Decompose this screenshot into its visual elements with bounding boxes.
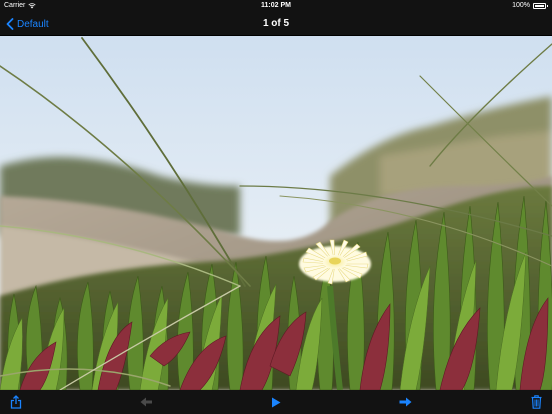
- play-button[interactable]: [264, 390, 288, 414]
- trash-icon: [531, 395, 541, 409]
- share-button[interactable]: [4, 390, 28, 414]
- bottom-toolbar: [0, 390, 552, 414]
- arrow-left-icon: [140, 397, 152, 407]
- arrow-right-icon: [399, 397, 411, 407]
- share-icon: [10, 395, 22, 409]
- next-button[interactable]: [393, 390, 417, 414]
- battery-icon: [533, 3, 548, 9]
- navigation-bar: Default 1 of 5: [0, 12, 552, 36]
- delete-button[interactable]: [524, 390, 548, 414]
- back-button[interactable]: Default: [6, 12, 49, 36]
- play-icon: [272, 397, 281, 407]
- clock: 11:02 PM: [261, 2, 291, 9]
- battery-percent: 100%: [512, 2, 530, 9]
- photo-view[interactable]: [0, 36, 552, 390]
- photo-image: [0, 36, 552, 390]
- previous-button[interactable]: [134, 390, 158, 414]
- battery-fill: [535, 5, 544, 7]
- back-button-label: Default: [17, 18, 49, 30]
- page-title: 1 of 5: [262, 18, 290, 29]
- status-bar: Carrier 11:02 PM 100%: [0, 0, 552, 12]
- chevron-left-icon: [6, 18, 14, 30]
